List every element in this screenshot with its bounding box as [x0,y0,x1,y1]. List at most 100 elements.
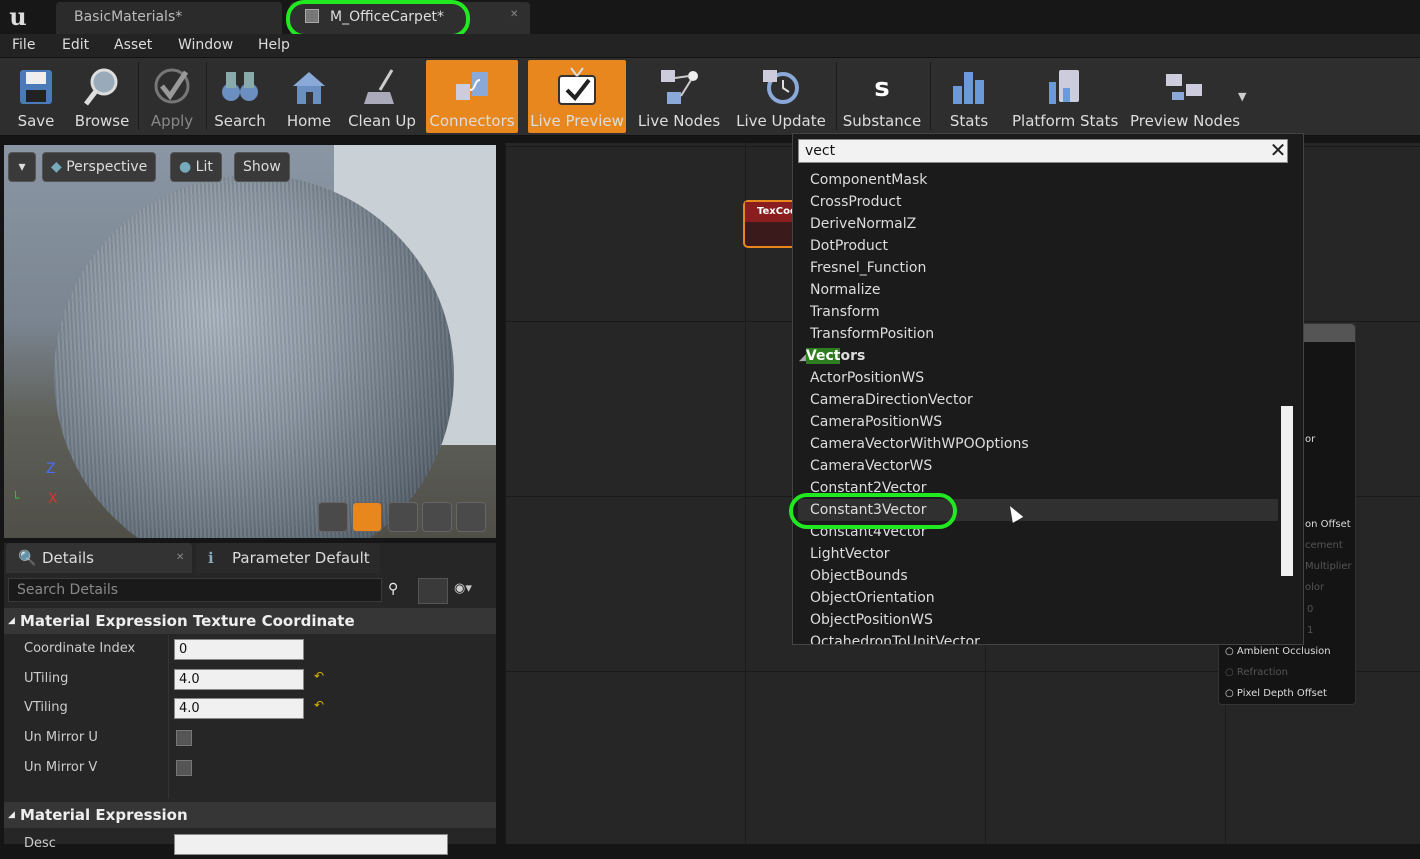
clear-search-icon[interactable]: ✕ [1267,139,1289,161]
perspective-icon: ◆ [51,159,67,175]
un-mirror-v-checkbox[interactable] [176,760,192,776]
highlight-annotation [789,493,957,529]
eye-visibility-icon[interactable]: ◉▾ [454,581,472,596]
connectors-label: Connectors [429,112,515,130]
lit-label: Lit [195,159,213,175]
connectors-button[interactable]: Connectors [426,60,518,133]
collapse-arrow-icon: ◢ [799,353,806,363]
reset-to-default-icon[interactable]: ↶ [314,669,324,683]
list-item[interactable]: ObjectOrientation [810,587,935,609]
list-item[interactable]: CameraVectorWithWPOOptions [810,433,1029,455]
utiling-field[interactable]: 4.0 [174,669,304,690]
browse-button[interactable]: Browse [70,60,134,133]
search-details-input[interactable]: Search Details [8,578,382,602]
list-item[interactable]: OctahedronToUnitVector [810,631,980,644]
list-item[interactable]: CameraPositionWS [810,411,942,433]
node-search-input[interactable]: vect [798,139,1288,163]
show-label: Show [243,159,281,175]
substance-label: Substance [842,112,922,130]
view-options-list-icon[interactable] [418,578,448,604]
property-label: Un Mirror V [24,760,98,775]
preview-viewport[interactable]: ▾ ◆ Perspective ● Lit Show Z X └ [4,145,496,538]
reset-to-default-icon[interactable]: ↶ [314,698,324,712]
popup-scrollbar[interactable] [1281,406,1293,576]
property-row: Un Mirror V [4,754,496,783]
tab-details[interactable]: 🔍 Details ✕ [6,543,192,573]
plane-preview-icon[interactable] [388,502,418,532]
vtiling-field[interactable]: 4.0 [174,698,304,719]
home-button[interactable]: Home [280,60,338,133]
search-button[interactable]: Search [210,60,270,133]
menu-asset[interactable]: Asset [114,34,152,58]
bar-chart-icon [953,72,984,104]
list-item[interactable]: CameraVectorWS [810,455,932,477]
list-item[interactable]: DotProduct [810,235,888,257]
perspective-button[interactable]: ◆ Perspective [42,152,157,182]
match-highlight: Vect [805,348,841,364]
list-item[interactable]: ActorPositionWS [810,367,924,389]
category-texture-coordinate[interactable]: ◢ Material Expression Texture Coordinate [4,608,496,634]
list-item[interactable]: TransformPosition [810,323,934,345]
category-material-expression[interactable]: ◢ Material Expression [4,802,496,828]
clean-up-button[interactable]: Clean Up [346,60,418,133]
property-row: VTiling 4.0 ↶ [4,694,496,723]
toolbar-separator [930,62,931,130]
menu-help[interactable]: Help [258,34,290,58]
property-label: Coordinate Index [24,641,136,656]
toolbar: Save Browse Apply Search Home Clean Up C… [0,58,1420,136]
viewport-options-button[interactable]: ▾ [8,152,36,182]
list-item[interactable]: ObjectPositionWS [810,609,933,631]
pin-label: 0 [1307,604,1314,615]
search-placeholder: Search Details [17,582,119,598]
menu-edit[interactable]: Edit [62,34,89,58]
stats-label: Stats [949,112,989,130]
menu-window[interactable]: Window [178,34,233,58]
coordinate-index-field[interactable]: 0 [174,639,304,660]
stats-button[interactable]: Stats [940,60,998,133]
pin-refraction[interactable]: ○ Refraction [1225,667,1288,678]
lit-icon: ● [179,159,196,175]
list-item[interactable]: CameraDirectionVector [810,389,973,411]
live-preview-button[interactable]: Live Preview [528,60,626,133]
list-item[interactable]: DeriveNormalZ [810,213,916,235]
tab-parameter-defaults[interactable]: ℹ Parameter Default [196,543,380,573]
list-item[interactable]: CrossProduct [810,191,902,213]
live-update-button[interactable]: Live Update [732,60,830,133]
menu-file[interactable]: File [12,34,35,58]
list-item[interactable]: LightVector [810,543,890,565]
show-button[interactable]: Show [234,152,290,182]
desc-field[interactable] [174,834,448,855]
toolbar-overflow-icon[interactable]: ▼ [1238,90,1246,103]
pin-label: Ambient Occlusion [1236,646,1331,657]
parameter-icon: ℹ [208,549,214,567]
tab-basic-materials[interactable]: BasicMaterials* [56,2,282,34]
pin-icon: ○ [1225,667,1237,678]
preview-nodes-button[interactable]: Preview Nodes [1130,60,1240,133]
list-item[interactable]: ObjectBounds [810,565,908,587]
property-label: Un Mirror U [24,730,98,745]
sphere-preview-icon[interactable] [352,502,382,532]
close-tab-icon[interactable]: ✕ [176,543,184,573]
apply-button[interactable]: Apply [142,60,202,133]
live-nodes-button[interactable]: Live Nodes [636,60,722,133]
category-label: ors [840,348,866,364]
platform-stats-button[interactable]: Platform Stats [1012,60,1118,133]
pin-ambient-occlusion[interactable]: ○ Ambient Occlusion [1225,646,1331,657]
cylinder-preview-icon[interactable] [318,502,348,532]
un-mirror-u-checkbox[interactable] [176,730,192,746]
lit-button[interactable]: ● Lit [170,152,222,182]
list-item[interactable]: Normalize [810,279,881,301]
list-item[interactable]: Transform [810,301,880,323]
save-button[interactable]: Save [6,60,66,133]
substance-button[interactable]: s Substance [842,60,922,133]
collapse-arrow-icon: ◢ [8,810,15,820]
category-vectors[interactable]: ◢Vectors [799,345,865,367]
cube-preview-icon[interactable] [422,502,452,532]
close-tab-icon[interactable]: ✕ [510,9,518,20]
svg-text:s: s [874,73,889,103]
list-item[interactable]: ComponentMask [810,169,927,191]
list-item[interactable]: Fresnel_Function [810,257,926,279]
property-label: VTiling [24,700,68,715]
pin-pixel-depth-offset[interactable]: ○ Pixel Depth Offset [1225,688,1327,699]
teapot-preview-icon[interactable] [456,502,486,532]
